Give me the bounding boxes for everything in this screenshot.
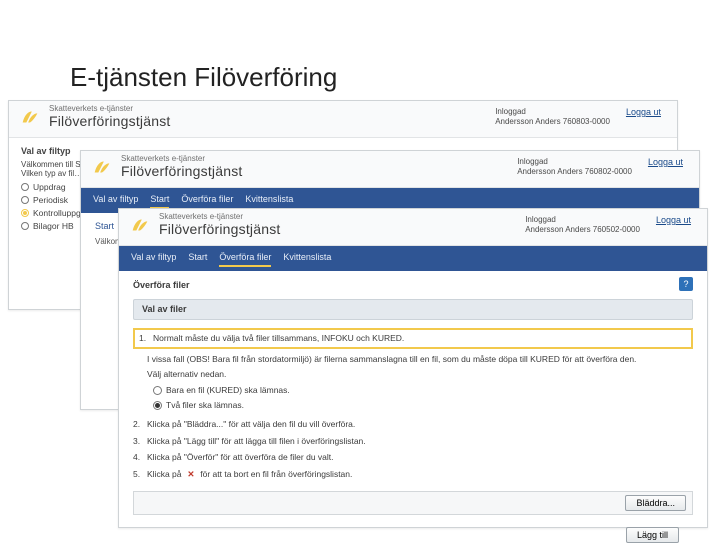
login-user: Andersson Anders 760802-0000	[517, 167, 632, 177]
step-2: 2.Klicka på "Bläddra..." för att välja d…	[133, 418, 693, 431]
logo-icon	[129, 214, 151, 236]
w3-heading: Överföra filer	[133, 279, 693, 293]
tab-overfora[interactable]: Överföra filer	[219, 252, 271, 267]
help-icon[interactable]: ?	[679, 277, 693, 291]
radio-one-file[interactable]: Bara en fil (KURED) ska lämnas.	[153, 384, 693, 397]
login-block: Inloggad Andersson Anders 760502-0000 Lo…	[525, 215, 691, 235]
logo-icon	[19, 106, 41, 128]
browse-row: Bläddra...	[133, 491, 693, 515]
login-block: Inloggad Andersson Anders 760802-0000 Lo…	[517, 157, 683, 177]
brand-main: Filöverföringstjänst	[121, 164, 243, 179]
topbar: Skatteverkets e-tjänster Filöverföringst…	[119, 209, 707, 246]
tab-start[interactable]: Start	[150, 194, 169, 209]
step-3: 3.Klicka på "Lägg till" för att lägga ti…	[133, 435, 693, 448]
browse-button[interactable]: Bläddra...	[625, 495, 686, 511]
brand-main: Filöverföringstjänst	[159, 222, 281, 237]
tab-kvittens[interactable]: Kvittenslista	[283, 252, 331, 267]
choose-label: Välj alternativ nedan.	[147, 368, 693, 381]
step-1: 1.Normalt måste du välja två filer tills…	[133, 328, 693, 412]
tab-overfora[interactable]: Överföra filer	[181, 194, 233, 209]
brand: Skatteverkets e-tjänster Filöverföringst…	[129, 213, 281, 237]
tab-kvittens[interactable]: Kvittenslista	[245, 194, 293, 209]
w3-sublabel: Val av filer	[133, 299, 693, 321]
radio-group: Bara en fil (KURED) ska lämnas. Två file…	[153, 384, 693, 412]
delete-icon: ✕	[184, 468, 198, 481]
brand: Skatteverkets e-tjänster Filöverföringst…	[91, 155, 243, 179]
topbar: Skatteverkets e-tjänster Filöverföringst…	[9, 101, 677, 138]
logo-icon	[91, 156, 113, 178]
login-user: Andersson Anders 760803-0000	[495, 117, 610, 127]
brand-main: Filöverföringstjänst	[49, 114, 171, 129]
tab-filtyp[interactable]: Val av filtyp	[93, 194, 138, 209]
slide-title: E-tjänsten Filöverföring	[70, 62, 337, 93]
nav-tabs: Val av filtyp Start Överföra filer Kvitt…	[119, 246, 707, 271]
logout-link[interactable]: Logga ut	[626, 107, 661, 117]
step-4: 4.Klicka på "Överför" för att överföra d…	[133, 451, 693, 464]
login-block: Inloggad Andersson Anders 760803-0000 Lo…	[495, 107, 661, 127]
topbar: Skatteverkets e-tjänster Filöverföringst…	[81, 151, 699, 188]
w3-body: ? Överföra filer Val av filer 1.Normalt …	[119, 271, 707, 551]
brand: Skatteverkets e-tjänster Filöverföringst…	[19, 105, 171, 129]
steps-list: 1.Normalt måste du välja två filer tills…	[133, 328, 693, 481]
logout-link[interactable]: Logga ut	[648, 157, 683, 167]
login-label: Inloggad	[495, 107, 610, 117]
login-label: Inloggad	[525, 215, 640, 225]
tab-filtyp[interactable]: Val av filtyp	[131, 252, 176, 267]
radio-two-files[interactable]: Två filer ska lämnas.	[153, 399, 693, 412]
login-label: Inloggad	[517, 157, 632, 167]
window-front: Skatteverkets e-tjänster Filöverföringst…	[118, 208, 708, 528]
step-5: 5.Klicka på ✕ för att ta bort en fil frå…	[133, 468, 693, 481]
add-button[interactable]: Lägg till	[626, 527, 679, 543]
window-stack: Skatteverkets e-tjänster Filöverföringst…	[8, 100, 700, 540]
step-1b: I vissa fall (OBS! Bara fil från stordat…	[147, 353, 693, 366]
tab-start[interactable]: Start	[188, 252, 207, 267]
login-user: Andersson Anders 760502-0000	[525, 225, 640, 235]
logout-link[interactable]: Logga ut	[656, 215, 691, 225]
